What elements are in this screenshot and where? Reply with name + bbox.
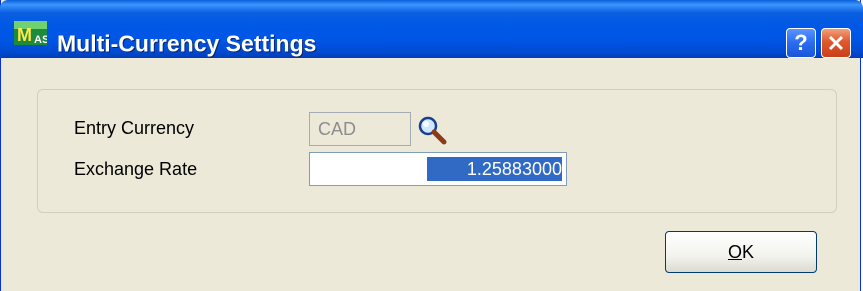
exchange-rate-input[interactable]: 1.25883000 [309,152,567,186]
entry-currency-field: CAD [309,112,411,146]
close-button[interactable] [821,28,851,58]
svg-text:AS: AS [34,34,47,45]
window-title: Multi-Currency Settings [57,30,317,57]
app-icon: M AS [14,21,47,45]
magnifier-icon[interactable] [417,115,447,145]
close-icon [828,35,844,51]
exchange-rate-value: 1.25883000 [426,157,562,181]
help-button[interactable]: ? [786,28,816,58]
entry-currency-label: Entry Currency [74,118,195,138]
ok-label-mnemonic: O [727,241,742,262]
settings-group [37,89,837,213]
help-icon: ? [794,30,808,55]
ok-label-rest: K [742,241,755,262]
svg-text:M: M [17,25,32,45]
ok-button[interactable]: OK [665,231,817,273]
exchange-rate-label: Exchange Rate [74,159,198,179]
dialog-window: M AS Multi-Currency Settings ? Entry Cur… [0,0,863,291]
title-bar[interactable]: M AS Multi-Currency Settings ? [0,0,863,58]
